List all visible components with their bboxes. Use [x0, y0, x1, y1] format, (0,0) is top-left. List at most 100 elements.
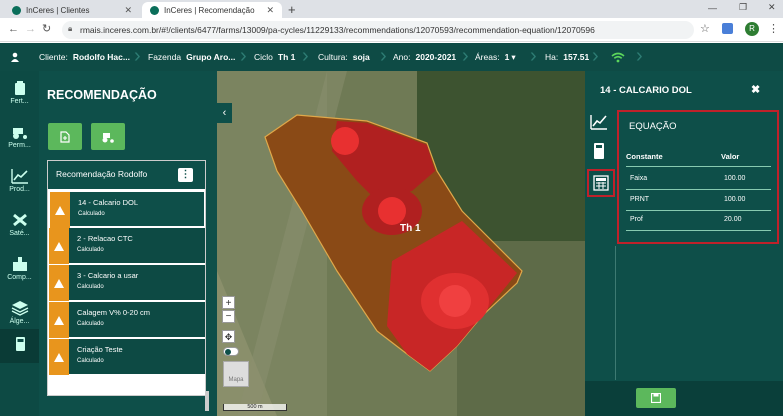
url-input[interactable]: 🔒︎ rmais.inceres.com.br/#!/clients/6477/…	[62, 21, 694, 39]
field-label: Th 1	[400, 223, 421, 234]
warning-icon	[49, 339, 69, 375]
rail-item-fertilidade[interactable]: Fert...	[0, 73, 39, 117]
rail-item-recomendacao[interactable]	[0, 329, 39, 363]
constant-value: 100.00	[724, 196, 746, 203]
ano-value: 2020-2021	[415, 52, 457, 62]
chevron-right-icon: ›	[302, 45, 309, 67]
menu-icon[interactable]: ⋮	[768, 22, 779, 35]
constant-name: Faixa	[630, 175, 648, 182]
new-recommendation-button[interactable]	[48, 123, 82, 150]
item-status: Calculado	[77, 358, 104, 364]
fazenda-label: Fazenda	[148, 52, 182, 62]
calculator-icon	[15, 337, 25, 351]
browser-tab-bar: InCeres | Clientes ✕ InCeres | Recomenda…	[0, 0, 783, 18]
zoom-out-button[interactable]: −	[222, 310, 235, 323]
translate-icon[interactable]	[722, 23, 733, 34]
panel-title: RECOMENDAÇÃO	[47, 88, 157, 102]
layer-toggle[interactable]	[223, 347, 239, 356]
item-status: Calculado	[77, 247, 104, 253]
document-icon	[60, 130, 70, 143]
address-bar-row: ← → ↻ 🔒︎ rmais.inceres.com.br/#!/clients…	[0, 18, 783, 42]
item-status: Calculado	[78, 211, 105, 217]
rail-label: Saté...	[9, 230, 30, 237]
calculator-tab[interactable]	[591, 142, 613, 164]
tab-title: InCeres | Recomendação	[164, 5, 255, 15]
list-item[interactable]: 3 - Calcario a usar Calculado	[49, 265, 205, 301]
map-canvas: Th 1	[217, 71, 585, 416]
constant-name: Prof	[630, 216, 643, 223]
pan-icon[interactable]: ✥	[222, 330, 235, 343]
chart-tab[interactable]	[589, 113, 611, 135]
satellite-icon	[12, 213, 27, 227]
close-icon[interactable]: ✕	[124, 5, 132, 16]
equation-panel: 14 - CALCARIO DOL ✖ EQUAÇÃO Constante Va…	[585, 71, 783, 416]
equation-panel-title: 14 - CALCARIO DOL	[600, 85, 692, 96]
maximize-icon[interactable]: ❐	[739, 2, 747, 13]
save-button[interactable]	[636, 388, 676, 408]
toggle-knob	[225, 349, 231, 355]
chart-icon	[590, 115, 607, 130]
zoom-in-button[interactable]: +	[222, 296, 235, 309]
cliente-label: Cliente:	[39, 52, 68, 62]
star-icon[interactable]: ☆	[700, 22, 710, 35]
user-icon[interactable]	[10, 43, 20, 71]
list-item[interactable]: 2 - Relacao CTC Calculado	[49, 228, 205, 264]
chevron-right-icon: ›	[530, 45, 537, 67]
profile-avatar[interactable]: R	[745, 22, 759, 36]
cultura-selector[interactable]: Cultura: soja	[318, 43, 370, 71]
save-icon	[651, 393, 661, 403]
ciclo-selector[interactable]: Ciclo Th 1	[254, 43, 295, 71]
tab-recomendacao[interactable]: InCeres | Recomendação ✕	[142, 2, 282, 18]
app-header: Cliente: Rodolfo Hac... › Fazenda Grupo …	[0, 43, 783, 71]
item-name: 3 - Calcario a usar	[77, 271, 139, 280]
rail-item-permanente[interactable]: Perm...	[0, 117, 39, 161]
divider	[626, 230, 771, 231]
tab-clientes[interactable]: InCeres | Clientes ✕	[4, 2, 140, 18]
collapse-panel-button[interactable]: ‹	[217, 103, 232, 123]
list-item[interactable]: 14 - Calcario DOL Calculado	[49, 191, 205, 228]
warning-icon	[49, 228, 69, 264]
chevron-right-icon: ›	[134, 45, 141, 67]
close-icon[interactable]: ✕	[266, 5, 274, 16]
ano-selector[interactable]: Ano: 2020-2021	[393, 43, 456, 71]
divider	[626, 189, 771, 190]
reload-icon[interactable]: ↻	[42, 22, 51, 35]
ciclo-value: Th 1	[277, 52, 296, 62]
list-item[interactable]: Calagem V% 0-20 cm Calculado	[49, 302, 205, 338]
tractor-icon	[102, 132, 114, 143]
wifi-icon	[611, 43, 625, 71]
item-name: Criação Teste	[77, 345, 123, 354]
ha-value: 157.51	[563, 52, 590, 62]
url-text: rmais.inceres.com.br/#!/clients/6477/far…	[80, 25, 595, 35]
recommendation-list: Recomendação Rodolfo ⋮ 14 - Calcario DOL…	[47, 160, 206, 396]
window-close-icon[interactable]: ✕	[768, 2, 776, 13]
list-item[interactable]: Criação Teste Calculado	[49, 339, 205, 375]
areas-label: Áreas:	[475, 52, 500, 62]
minimize-icon[interactable]: —	[708, 3, 717, 13]
map-view[interactable]: Th 1 ‹ + − ✥ Mapa 500 m	[217, 71, 585, 416]
list-options-icon[interactable]: ⋮	[178, 168, 193, 182]
chevron-right-icon: ›	[462, 45, 469, 67]
close-icon[interactable]: ✖	[751, 83, 760, 96]
rail-item-satelite[interactable]: Saté...	[0, 205, 39, 249]
areas-selector[interactable]: Áreas: 1 ▾	[475, 43, 516, 71]
back-icon[interactable]: ←	[8, 23, 19, 35]
section-title: EQUAÇÃO	[629, 121, 677, 132]
machinery-button[interactable]	[91, 123, 125, 150]
list-scrollbar[interactable]	[205, 391, 209, 411]
basemap-thumbnail[interactable]: Mapa	[223, 361, 249, 387]
equation-tab[interactable]	[587, 169, 615, 197]
rail-item-comparacao[interactable]: Comp...	[0, 249, 39, 293]
constant-value: 100.00	[724, 175, 746, 182]
forward-icon[interactable]: →	[25, 23, 36, 35]
list-header: Recomendação Rodolfo ⋮	[48, 161, 205, 189]
cliente-selector[interactable]: Cliente: Rodolfo Hac...	[39, 43, 130, 71]
chevron-right-icon: ›	[380, 45, 387, 67]
chevron-right-icon: ›	[240, 45, 247, 67]
rail-item-produtividade[interactable]: Prod...	[0, 161, 39, 205]
warning-icon	[49, 265, 69, 301]
lock-icon: 🔒︎	[68, 24, 73, 33]
fazenda-selector[interactable]: Fazenda Grupo Aro...	[148, 43, 235, 71]
chevron-right-icon: ›	[636, 45, 643, 67]
new-tab-button[interactable]: +	[288, 2, 296, 17]
